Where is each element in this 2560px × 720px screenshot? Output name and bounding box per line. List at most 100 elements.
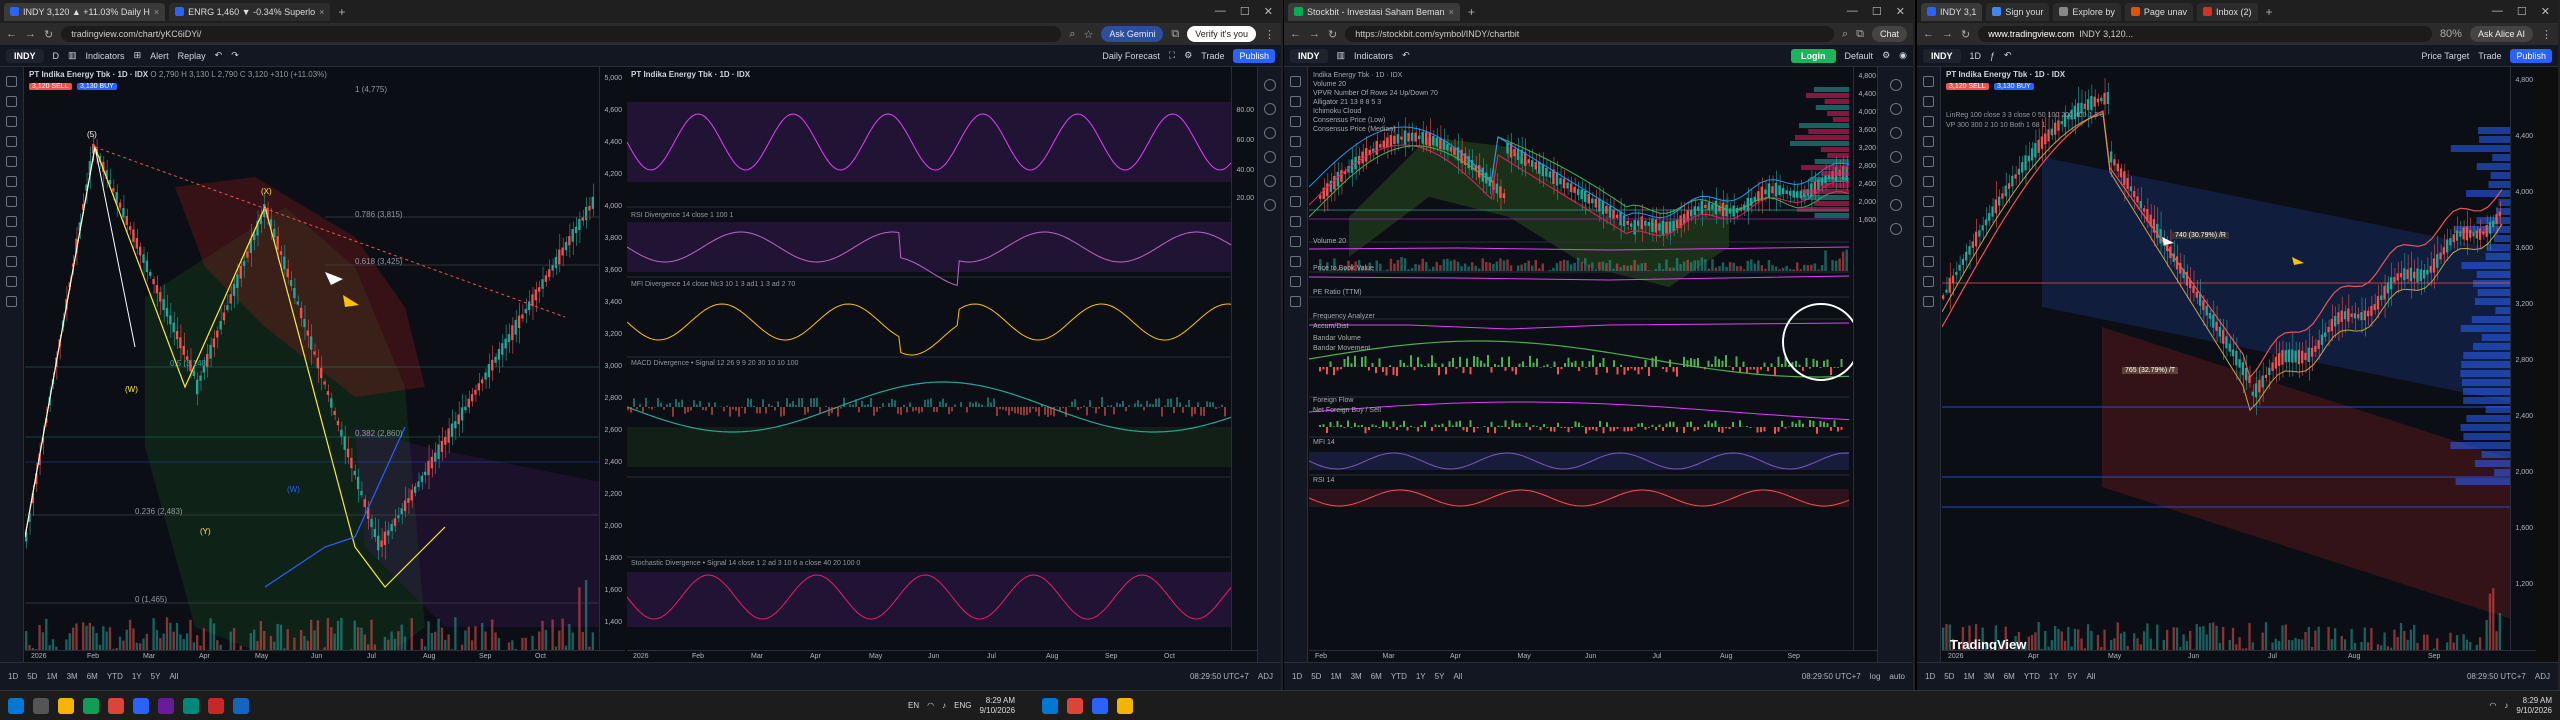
trade-button[interactable]: Trade [2478,51,2501,61]
start-icon[interactable] [8,697,24,714]
app-icon[interactable] [233,697,249,714]
symbol-search[interactable]: INDY [1290,48,1328,63]
sell-badge[interactable]: 3,120 SELL [29,83,72,90]
minimize-icon[interactable]: — [2492,5,2503,18]
minimize-icon[interactable]: — [1847,5,1858,18]
symbol-search[interactable]: INDY [6,48,44,63]
eye-icon[interactable] [1923,276,1934,287]
ask-gemini-button[interactable]: Ask Gemini [1101,26,1164,42]
menu-icon[interactable]: ⋮ [2541,28,2552,41]
layout-icon[interactable]: ⊞ [134,50,142,61]
help-icon[interactable] [1889,223,1902,235]
verify-button[interactable]: Verify it's you [1187,26,1256,42]
publish-button[interactable]: Publish [2510,48,2552,63]
range-6m[interactable]: 6M [1371,672,1382,681]
right-chart-pane[interactable]: PT Indika Energy Tbk · 1D · IDX 3,120 SE… [1942,67,2536,662]
brush-icon[interactable] [6,156,17,167]
app-icon[interactable] [208,697,224,714]
sell-badge[interactable]: 3,120 SELL [1946,83,1989,90]
chat-button[interactable]: Chat [1871,26,1907,42]
chat-icon[interactable] [1889,175,1902,187]
range-5y[interactable]: 5Y [1435,672,1445,681]
range-1d[interactable]: 1D [8,672,18,681]
brush-icon[interactable] [1923,156,1934,167]
tab-enrg[interactable]: ENRG 1,460 ▼ -0.34% Superlo × [169,2,331,21]
trash-icon[interactable] [6,296,17,307]
maximize-icon[interactable]: ☐ [1240,5,1250,18]
measure-icon[interactable] [1923,196,1934,207]
url-field[interactable]: https://stockbit.com/symbol/INDY/chartbi… [1345,26,1834,42]
close-icon[interactable]: × [154,7,159,17]
cursor-icon[interactable] [6,76,17,87]
clock[interactable]: 8:29 AM 9/10/2026 [2516,696,2552,716]
brush-icon[interactable] [1290,156,1301,167]
redo-icon[interactable]: ↷ [231,50,239,61]
watchlist-icon[interactable] [1263,79,1276,91]
chat-icon[interactable] [1263,175,1276,187]
app-icon[interactable] [183,697,199,714]
auto-toggle[interactable]: auto [1889,672,1905,681]
back-icon[interactable]: ← [6,28,17,40]
camera-icon[interactable]: ◉ [1899,50,1907,61]
trash-icon[interactable] [1923,296,1934,307]
search-icon[interactable]: ⌕ [1842,28,1848,41]
range-1y[interactable]: 1Y [2049,672,2059,681]
range-all[interactable]: All [2086,672,2095,681]
url-field[interactable]: www.tradingview.com INDY 3,120... [1978,26,2432,42]
wifi-icon[interactable]: ◠ [927,701,934,710]
lock-icon[interactable] [1290,256,1301,267]
search-icon[interactable]: ⌕ [1069,28,1075,41]
publish-button[interactable]: Publish [1233,48,1275,63]
indicators-button[interactable]: Indicators [86,51,125,61]
indicators-button[interactable]: Indicators [1354,51,1393,61]
range-all[interactable]: All [1453,672,1462,681]
calendar-icon[interactable] [1889,151,1902,163]
undo-icon[interactable]: ↶ [1402,50,1410,61]
pattern-icon[interactable] [6,136,17,147]
cursor-icon[interactable] [1923,76,1934,87]
range-3m[interactable]: 3M [1984,672,1995,681]
main-chart-pane[interactable]: PT Indika Energy Tbk · 1D · IDX O 2,790 … [25,67,625,662]
alerts-icon[interactable] [1263,103,1276,115]
range-ytd[interactable]: YTD [2024,672,2040,681]
range-1y[interactable]: 1Y [1416,672,1426,681]
fib-icon[interactable] [1923,116,1934,127]
range-1d[interactable]: 1D [1925,672,1935,681]
lock-icon[interactable] [1923,256,1934,267]
range-all[interactable]: All [169,672,178,681]
menu-icon[interactable]: ⋮ [1264,28,1275,41]
range-1y[interactable]: 1Y [132,672,142,681]
eye-icon[interactable] [6,276,17,287]
eye-icon[interactable] [1290,276,1301,287]
trendline-icon[interactable] [1290,96,1301,107]
pattern-icon[interactable] [1290,136,1301,147]
tradingview-icon[interactable] [133,697,149,714]
tab-page[interactable]: Page unav [2124,2,2193,21]
new-tab-icon[interactable]: + [2262,5,2277,19]
candle-type-icon[interactable]: ▥ [68,50,77,61]
range-3m[interactable]: 3M [1351,672,1362,681]
trade-button[interactable]: Trade [1201,51,1224,61]
range-6m[interactable]: 6M [2004,672,2015,681]
buy-badge[interactable]: 3,130 BUY [77,83,117,90]
tab-stockbit[interactable]: Stockbit - Investasi Saham Beman × [1288,2,1460,21]
login-button[interactable]: Login [1791,48,1836,63]
file-explorer-icon[interactable] [58,697,74,714]
close-window-icon[interactable]: ✕ [2541,5,2550,18]
fullscreen-icon[interactable]: ⛶ [1169,50,1175,61]
range-5y[interactable]: 5Y [151,672,161,681]
interval-button[interactable]: 1D [1970,51,1982,61]
minimize-icon[interactable]: — [1215,5,1226,18]
extensions-icon[interactable]: ⧉ [1171,28,1179,41]
maximize-icon[interactable]: ☐ [1872,5,1882,18]
daily-forecast-button[interactable]: Daily Forecast [1102,51,1160,61]
log-toggle[interactable]: log [1870,672,1881,681]
maximize-icon[interactable]: ☐ [2517,5,2527,18]
history-icon[interactable] [1889,199,1902,211]
adj-toggle[interactable]: ADJ [2535,672,2550,681]
pattern-icon[interactable] [1923,136,1934,147]
measure-icon[interactable] [1290,196,1301,207]
range-6m[interactable]: 6M [87,672,98,681]
forward-icon[interactable]: → [1942,28,1953,40]
range-1m[interactable]: 1M [1330,672,1341,681]
